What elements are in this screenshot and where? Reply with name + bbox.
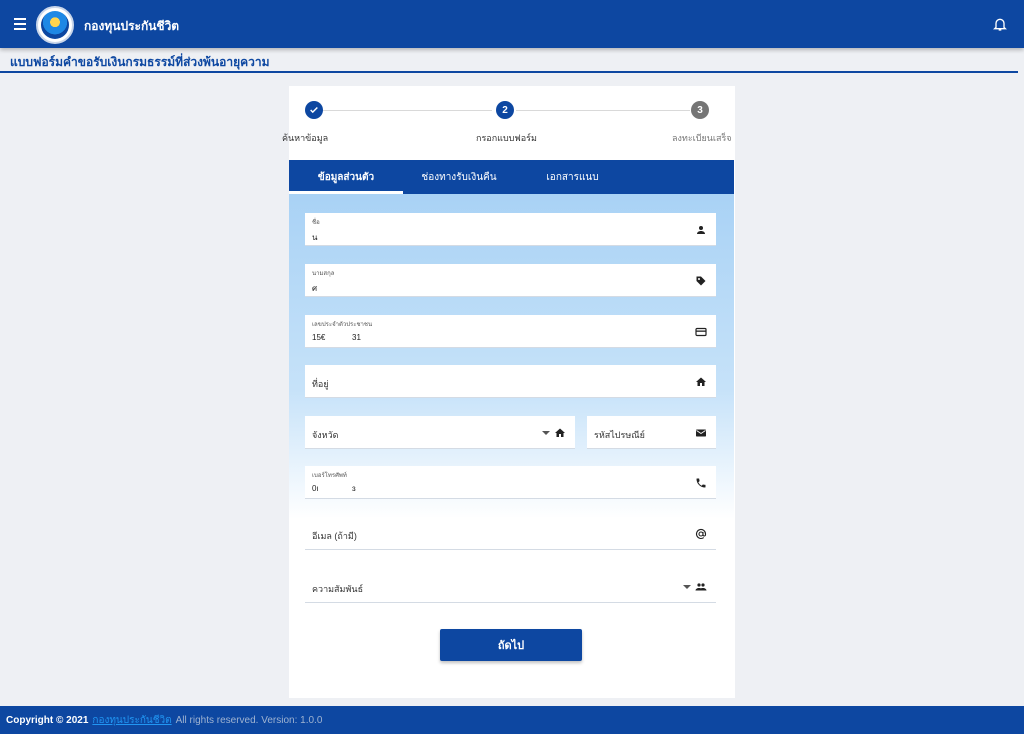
last-name-value: ศ	[312, 284, 318, 293]
first-name-label: ชื่อ	[312, 220, 320, 226]
address-field[interactable]: ที่อยู่	[305, 365, 716, 398]
relationship-placeholder: ความสัมพันธ์	[312, 584, 364, 594]
app-header: กองทุนประกันชีวิต	[0, 0, 1024, 48]
step-1-label: ค้นหาข้อมูล	[282, 133, 329, 143]
tag-icon	[696, 276, 706, 286]
postcode-placeholder: รหัสไปรษณีย์	[594, 430, 645, 440]
footer-copyright: Copyright © 2021	[6, 714, 89, 726]
province-placeholder: จังหวัด	[312, 430, 339, 440]
footer-rights: All rights reserved. Version: 1.0.0	[175, 714, 323, 726]
email-field[interactable]: อีเมล (ถ้ามี)	[305, 517, 716, 550]
id-card-field[interactable]: เลขประจำตัวประชาชน 15€ 31	[305, 315, 716, 348]
phone-label: เบอร์โทรศัพท์	[312, 473, 347, 479]
step-3-number: 3	[691, 101, 709, 119]
address-placeholder: ที่อยู่	[312, 379, 329, 389]
first-name-field[interactable]: ชื่อ น	[305, 213, 716, 246]
phone-icon	[696, 478, 706, 488]
id-card-label: เลขประจำตัวประชาชน	[312, 322, 373, 328]
relationship-select[interactable]: ความสัมพันธ์	[305, 570, 716, 603]
stepper-line-1	[322, 110, 492, 111]
next-button[interactable]: ถัดไป	[440, 629, 582, 661]
email-placeholder: อีเมล (ถ้ามี)	[312, 531, 357, 541]
step-2-label: กรอกแบบฟอร์ม	[476, 133, 537, 143]
footer-org-link[interactable]: กองทุนประกันชีวิต	[92, 713, 171, 728]
app-logo[interactable]	[36, 6, 74, 44]
home-icon	[555, 428, 565, 437]
people-icon	[695, 583, 707, 591]
tab-personal-info[interactable]: ข้อมูลส่วนตัว	[289, 160, 403, 194]
page-title: แบบฟอร์มคำขอรับเงินกรมธรรม์ที่ส่วงพ้นอาย…	[10, 55, 270, 69]
step-1-check-icon	[305, 101, 323, 119]
step-3-label: ลงทะเบียนเสร็จ	[672, 133, 732, 143]
relationship-dropdown-caret-icon	[683, 585, 691, 589]
bell-icon[interactable]	[992, 15, 1008, 33]
id-card-value: 15€ 31	[312, 333, 361, 342]
last-name-field[interactable]: นามสกุล ศ	[305, 264, 716, 297]
phone-field[interactable]: เบอร์โทรศัพท์ 0ı ɜ	[305, 466, 716, 499]
form-tabs: ข้อมูลส่วนตัว ช่องทางรับเงินคืน เอกสารแน…	[289, 160, 734, 194]
title-divider	[0, 71, 1018, 73]
tab-refund-channel[interactable]: ช่องทางรับเงินคืน	[403, 160, 515, 194]
stepper-line-2	[516, 110, 690, 111]
mail-icon	[696, 429, 706, 437]
credit-card-icon	[695, 327, 707, 337]
home-icon	[696, 377, 706, 386]
province-dropdown-caret-icon	[542, 431, 550, 435]
phone-value: 0ı ɜ	[312, 484, 356, 493]
province-select[interactable]: จังหวัด	[305, 416, 575, 449]
tab-attachments[interactable]: เอกสารแนบ	[515, 160, 630, 194]
last-name-label: นามสกุล	[312, 271, 335, 277]
footer: Copyright © 2021 กองทุนประกันชีวิต All r…	[0, 706, 1024, 734]
postcode-field[interactable]: รหัสไปรษณีย์	[587, 416, 716, 449]
hamburger-menu-icon[interactable]	[10, 14, 30, 34]
app-title: กองทุนประกันชีวิต	[84, 19, 180, 33]
person-icon	[697, 226, 705, 234]
step-2-number: 2	[496, 101, 514, 119]
at-icon	[695, 528, 707, 540]
first-name-value: น	[312, 233, 318, 242]
